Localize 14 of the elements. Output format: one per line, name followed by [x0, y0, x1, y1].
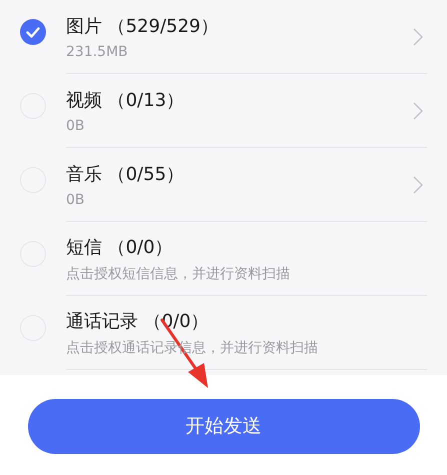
- item-subtitle: 0B: [66, 118, 85, 134]
- chevron-right-icon[interactable]: [413, 176, 423, 194]
- item-title: 音乐 （0/55）: [66, 162, 186, 186]
- item-subtitle: 0B: [66, 192, 85, 208]
- checkmark-icon: [26, 26, 40, 38]
- chevron-right-icon[interactable]: [413, 28, 423, 46]
- chevron-right-icon[interactable]: [413, 102, 423, 120]
- item-title: 短信 （0/0）: [66, 236, 174, 258]
- item-title: 视频 （0/13）: [66, 88, 186, 112]
- item-title: 图片 （529/529）: [66, 14, 220, 38]
- checkbox[interactable]: [20, 19, 46, 45]
- send-button[interactable]: 开始发送: [28, 398, 420, 454]
- item-subtitle: 231.5MB: [66, 44, 128, 60]
- item-subtitle: 点击授权短信信息，并进行资料扫描: [66, 264, 290, 282]
